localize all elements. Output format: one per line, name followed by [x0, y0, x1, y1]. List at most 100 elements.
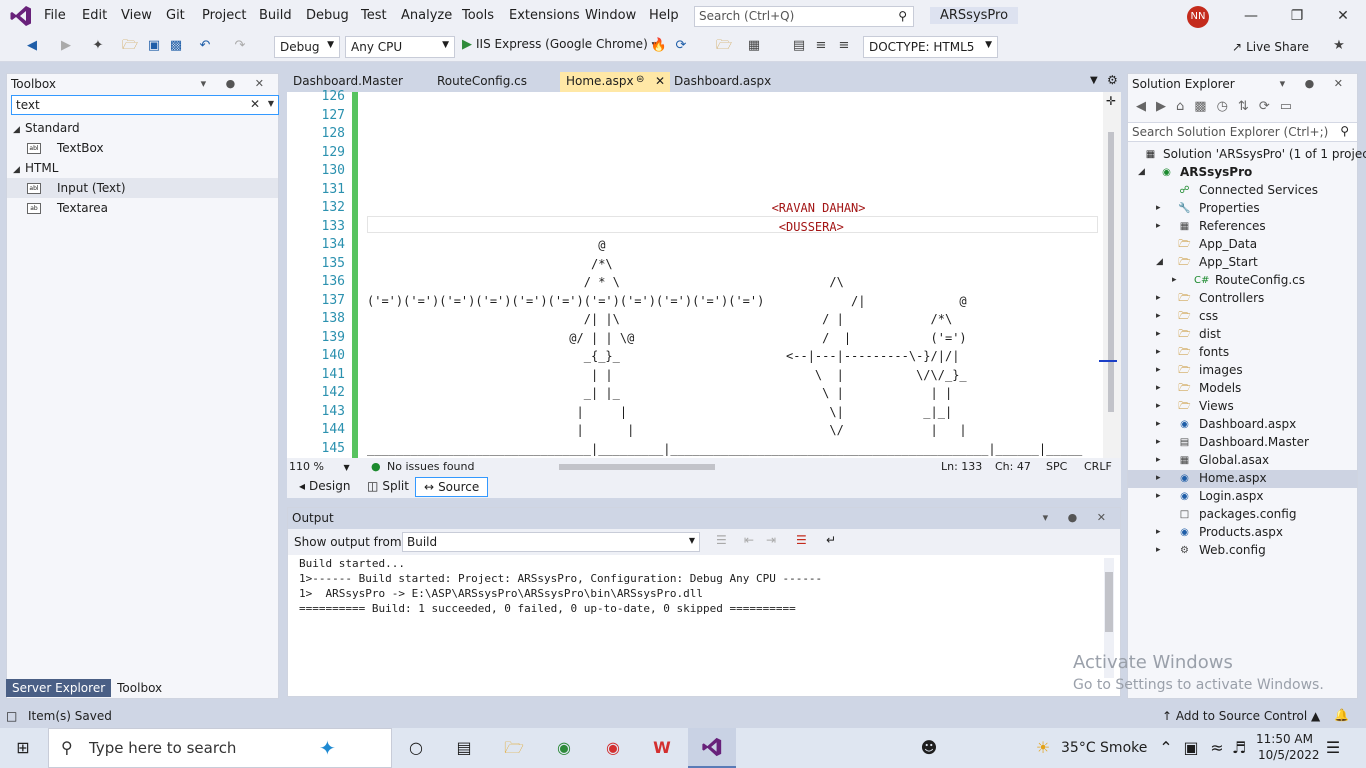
doctype-select[interactable]: DOCTYPE: HTML5 ▼: [863, 36, 998, 58]
expand-arrow-icon[interactable]: ▸: [1156, 401, 1168, 411]
horizontal-scrollbar[interactable]: [547, 462, 907, 472]
solution-item-dashboard-aspx[interactable]: ▸ ◉ Dashboard.aspx: [1128, 416, 1357, 434]
forward-icon[interactable]: ▶: [1156, 99, 1176, 114]
expand-arrow-icon[interactable]: ▸: [1156, 419, 1168, 429]
back-icon[interactable]: ◀: [23, 37, 41, 55]
solution-item-routeconfig-cs[interactable]: ▸ C# RouteConfig.cs: [1128, 272, 1357, 290]
source-control-button[interactable]: ↑ Add to Source Control ▲: [1162, 709, 1320, 723]
file-explorer-icon[interactable]: 🗁: [501, 736, 527, 760]
forward-icon[interactable]: ▶: [57, 37, 75, 55]
solution-item-global-asax[interactable]: ▸ ▦ Global.asax: [1128, 452, 1357, 470]
wps-office-icon[interactable]: W: [649, 736, 675, 760]
expand-arrow-icon[interactable]: ▸: [1172, 275, 1184, 285]
solution-node[interactable]: ▦ Solution 'ARSsysPro' (1 of 1 project): [1128, 146, 1366, 164]
weather-icon[interactable]: ☀: [1030, 736, 1056, 760]
taskbar-search-input[interactable]: ⚲ Type here to search ✦: [48, 728, 392, 768]
panel-controls-icon[interactable]: ▾ ● ✕: [1043, 511, 1114, 524]
user-avatar[interactable]: NN: [1187, 6, 1209, 28]
new-project-icon[interactable]: ✦: [89, 37, 107, 55]
tab-server-explorer[interactable]: Server Explorer: [6, 679, 112, 697]
back-icon[interactable]: ◀: [1136, 99, 1156, 114]
expanded-icon[interactable]: ◢: [1156, 257, 1168, 267]
windows-start-icon[interactable]: ⊞: [10, 736, 36, 760]
pending-changes-icon[interactable]: ◷: [1217, 99, 1238, 114]
solution-item-references[interactable]: ▸ ▦ References: [1128, 218, 1357, 236]
tab-dashboard-master[interactable]: Dashboard.Master: [287, 72, 409, 92]
expand-arrow-icon[interactable]: ▸: [1156, 293, 1168, 303]
clock-time[interactable]: 11:50 AM: [1256, 732, 1313, 746]
code-editor[interactable]: 126 127 128 129 130 131 132 133 134 135 136 137 138 1…: [287, 89, 1121, 458]
expand-arrow-icon[interactable]: ▸: [1156, 365, 1168, 375]
toolbox-group-standard[interactable]: ◢ Standard: [7, 118, 278, 138]
code-text[interactable]: <RAVAN DAHAN> <DUSSERA> @ /*\ / * \ /\ (…: [367, 92, 1103, 458]
expand-arrow-icon[interactable]: ▸: [1156, 311, 1168, 321]
home-icon[interactable]: ⌂: [1176, 99, 1194, 114]
refresh-icon[interactable]: ⟳: [672, 37, 690, 55]
solution-item-web-config[interactable]: ▸ ⚙ Web.config: [1128, 542, 1357, 560]
global-search-input[interactable]: Search (Ctrl+Q) ⚲: [694, 6, 914, 27]
solution-item-properties[interactable]: ▸ 🔧 Properties: [1128, 200, 1357, 218]
toolbox-item-input-text[interactable]: abl Input (Text): [7, 178, 278, 198]
expand-arrow-icon[interactable]: ▸: [1156, 455, 1168, 465]
expand-arrow-icon[interactable]: ▸: [1156, 221, 1168, 231]
solution-item-images[interactable]: ▸ 🗁 images: [1128, 362, 1357, 380]
menu-edit[interactable]: Edit: [82, 8, 107, 23]
undo-icon[interactable]: ↶: [196, 37, 214, 55]
find-message-icon[interactable]: ☰: [716, 533, 727, 547]
close-tab-icon[interactable]: ✕: [655, 74, 665, 88]
pin-icon[interactable]: ⊜: [636, 74, 644, 85]
menu-file[interactable]: File: [44, 8, 66, 23]
chevron-up-icon[interactable]: ⌃: [1153, 736, 1179, 760]
expand-arrow-icon[interactable]: ▸: [1156, 347, 1168, 357]
next-message-icon[interactable]: ⇥: [766, 533, 776, 547]
visual-studio-taskbar-button[interactable]: [688, 728, 736, 768]
clear-all-icon[interactable]: ☰: [796, 533, 807, 547]
outdent-icon[interactable]: ≡: [812, 37, 830, 55]
collapse-all-icon[interactable]: ▭: [1280, 99, 1302, 114]
settings-gear-icon[interactable]: ⚙: [1107, 73, 1118, 87]
feedback-icon[interactable]: ★: [1330, 37, 1348, 55]
browser-link-icon[interactable]: ▦: [745, 37, 763, 55]
toolbox-group-html[interactable]: ◢ HTML: [7, 158, 278, 178]
menu-build[interactable]: Build: [259, 8, 292, 23]
output-source-select[interactable]: Build ▼: [402, 532, 700, 552]
task-view-icon[interactable]: ▤: [451, 736, 477, 760]
visual-studio-logo[interactable]: [8, 4, 34, 28]
menu-debug[interactable]: Debug: [306, 8, 349, 23]
platform-select[interactable]: Any CPU ▼: [345, 36, 455, 58]
volume-icon[interactable]: ♬: [1226, 736, 1252, 760]
refresh-icon[interactable]: ⟳: [1259, 99, 1280, 114]
solution-item-app-data[interactable]: 🗁 App_Data: [1128, 236, 1357, 254]
start-debugging-button[interactable]: ▶ IIS Express (Google Chrome) ▼: [462, 37, 659, 52]
solution-item-products-aspx[interactable]: ▸ ◉ Products.aspx: [1128, 524, 1357, 542]
editor-vertical-scrollbar[interactable]: ✛: [1099, 92, 1121, 458]
solution-item-controllers[interactable]: ▸ 🗁 Controllers: [1128, 290, 1357, 308]
chrome-profile-icon[interactable]: ◉: [600, 736, 626, 760]
expand-arrow-icon[interactable]: ▸: [1156, 491, 1168, 501]
tab-toolbox[interactable]: Toolbox: [111, 679, 169, 697]
tab-routeconfig[interactable]: RouteConfig.cs: [431, 72, 533, 92]
format-document-icon[interactable]: ▤: [790, 37, 808, 55]
project-node[interactable]: ◢ ◉ ARSsysPro: [1128, 164, 1357, 182]
line-ending-indicator[interactable]: CRLF: [1084, 460, 1112, 473]
notifications-icon[interactable]: 🔔: [1334, 708, 1349, 722]
solution-item-connected-services[interactable]: ☍ Connected Services: [1128, 182, 1357, 200]
expand-arrow-icon[interactable]: ▸: [1156, 437, 1168, 447]
menu-tools[interactable]: Tools: [462, 8, 494, 23]
solution-item-packages-config[interactable]: □ packages.config: [1128, 506, 1357, 524]
menu-extensions[interactable]: Extensions: [509, 8, 580, 23]
toolbox-item-textarea[interactable]: ab Textarea: [7, 198, 278, 218]
scroll-thumb[interactable]: [1108, 132, 1114, 412]
solution-item-login-aspx[interactable]: ▸ ◉ Login.aspx: [1128, 488, 1357, 506]
solution-item-models[interactable]: ▸ 🗁 Models: [1128, 380, 1357, 398]
menu-project[interactable]: Project: [202, 8, 246, 23]
chrome-icon[interactable]: ◉: [551, 736, 577, 760]
solution-item-css[interactable]: ▸ 🗁 css: [1128, 308, 1357, 326]
split-icon[interactable]: ✛: [1106, 94, 1116, 108]
redo-icon[interactable]: ↷: [231, 37, 249, 55]
indent-icon[interactable]: ≡: [835, 37, 853, 55]
restore-icon[interactable]: ❐: [1282, 6, 1312, 26]
toolbox-search-input[interactable]: text ✕ ▼: [11, 95, 279, 115]
open-folder-icon[interactable]: 🗁: [121, 37, 139, 55]
solution-item-app-start[interactable]: ◢ 🗁 App_Start: [1128, 254, 1357, 272]
